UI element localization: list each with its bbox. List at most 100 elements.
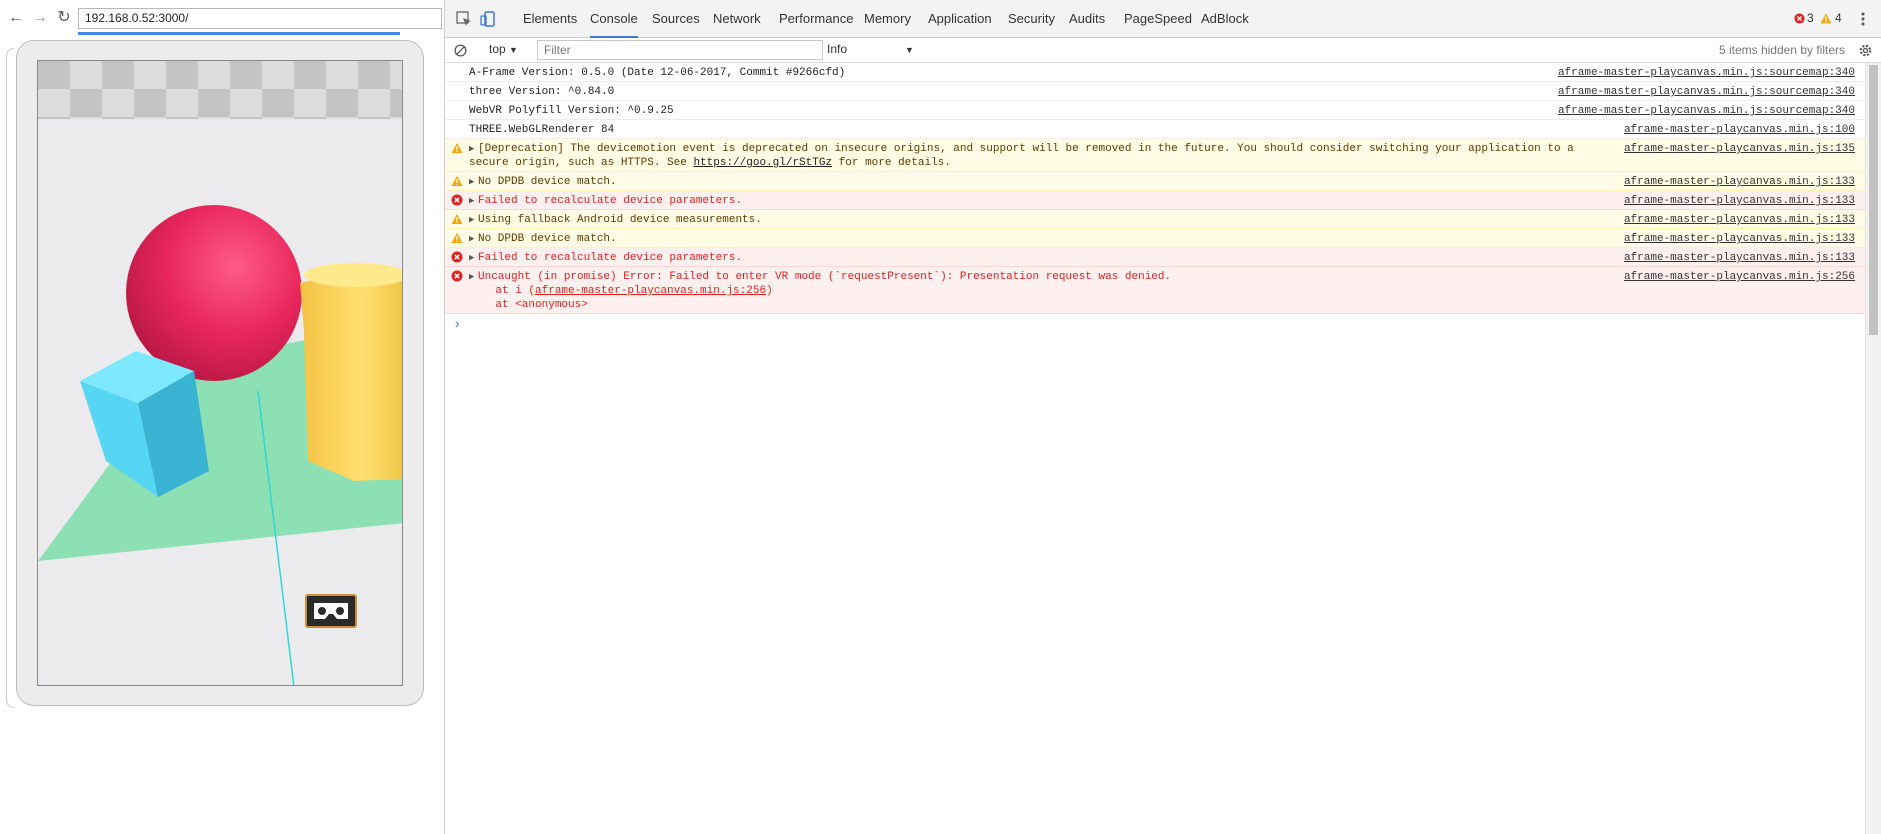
clear-console-icon[interactable] (454, 44, 467, 57)
console-warning[interactable]: ▶ No DPDB device match. aframe-master-pla… (445, 172, 1865, 191)
console-prompt-row[interactable]: › (445, 314, 1865, 336)
stack-frame-link[interactable]: aframe-master-playcanvas.min.js:256 (535, 285, 766, 297)
log-level-label: Info (827, 42, 848, 56)
tab-application[interactable]: Application (928, 0, 992, 38)
expand-triangle-icon[interactable]: ▶ (469, 270, 478, 284)
warning-count-icon (1820, 13, 1832, 24)
message-text: A-Frame Version: 0.5.0 (Date 12-06-2017,… (469, 67, 846, 79)
warning-icon (451, 214, 463, 224)
message-source-link[interactable]: aframe-master-playcanvas.min.js:133 (1624, 213, 1855, 227)
chevron-down-icon: ▼ (509, 45, 518, 55)
console-message[interactable]: three Version: ^0.84.0 aframe-master-pla… (445, 82, 1865, 101)
message-text: for more details. (832, 157, 951, 169)
console-settings-gear-icon[interactable] (1858, 43, 1873, 58)
message-text: No DPDB device match. (478, 233, 617, 245)
expand-triangle-icon[interactable]: ▶ (469, 232, 478, 246)
console-prompt-icon: › (453, 317, 462, 333)
message-text: THREE.WebGLRenderer 84 (469, 124, 615, 136)
devtools-panel: Elements Console Sources Network Perform… (445, 0, 1881, 834)
tab-elements[interactable]: Elements (523, 0, 577, 38)
tab-sources[interactable]: Sources (652, 0, 700, 38)
reload-button[interactable]: ↻ (54, 8, 74, 28)
sky-checker-pattern (38, 61, 402, 119)
error-count[interactable]: 3 (1807, 11, 1814, 25)
message-text: Failed to recalculate device parameters. (478, 195, 743, 207)
message-text: Uncaught (in promise) Error: Failed to e… (478, 271, 1172, 283)
warning-icon (451, 233, 463, 243)
console-filter-bar: top ▼ Info ▼ 5 items hidden by filters (445, 38, 1881, 63)
expand-triangle-icon[interactable]: ▶ (469, 142, 478, 156)
console-error[interactable]: ▶ Failed to recalculate device parameters… (445, 191, 1865, 210)
stack-frame-text: ) (766, 285, 773, 297)
tab-audits[interactable]: Audits (1069, 0, 1105, 38)
message-source-link[interactable]: aframe-master-playcanvas.min.js:133 (1624, 251, 1855, 265)
message-text: [Deprecation] The devicemotion event is … (478, 143, 1574, 155)
expand-triangle-icon[interactable]: ▶ (469, 175, 478, 189)
message-text: Failed to recalculate device parameters. (478, 252, 743, 264)
more-menu-icon[interactable] (1860, 12, 1866, 26)
vr-mode-button[interactable] (305, 594, 357, 628)
chevron-down-icon: ▼ (905, 45, 914, 55)
device-frame-edge (6, 48, 14, 708)
stack-frame-text: at i ( (469, 285, 536, 297)
message-source-link[interactable]: aframe-master-playcanvas.min.js:sourcema… (1558, 104, 1855, 118)
filter-input[interactable] (537, 40, 823, 60)
tab-console[interactable]: Console (590, 0, 638, 38)
console-scrollbar[interactable] (1865, 63, 1881, 834)
devtools-tab-bar: Elements Console Sources Network Perform… (445, 0, 1881, 38)
log-level-selector[interactable]: Info ▼ (827, 42, 914, 56)
expand-triangle-icon[interactable]: ▶ (469, 194, 478, 208)
error-icon (451, 251, 463, 263)
console-message[interactable]: A-Frame Version: 0.5.0 (Date 12-06-2017,… (445, 63, 1865, 82)
webgl-viewport[interactable] (37, 60, 403, 686)
context-selector[interactable]: top ▼ (489, 42, 518, 56)
tab-adblock[interactable]: AdBlock (1201, 0, 1249, 38)
tab-security[interactable]: Security (1008, 0, 1055, 38)
message-url-link[interactable]: https://goo.gl/rStTGz (693, 157, 832, 169)
message-source-link[interactable]: aframe-master-playcanvas.min.js:133 (1624, 175, 1855, 189)
console-warning[interactable]: ▶ No DPDB device match. aframe-master-pla… (445, 229, 1865, 248)
warning-icon (451, 176, 463, 186)
console-error[interactable]: ▶ Failed to recalculate device parameters… (445, 248, 1865, 267)
address-bar[interactable]: 192.168.0.52:3000/ (78, 8, 442, 29)
browser-page-pane: ← → ↻ 192.168.0.52:3000/ (0, 0, 445, 834)
expand-triangle-icon[interactable]: ▶ (469, 251, 478, 265)
hidden-items-note: 5 items hidden by filters (1718, 43, 1845, 57)
warning-count[interactable]: 4 (1835, 11, 1842, 25)
tab-network[interactable]: Network (713, 0, 761, 38)
message-source-link[interactable]: aframe-master-playcanvas.min.js:135 (1624, 142, 1855, 156)
message-source-link[interactable]: aframe-master-playcanvas.min.js:sourcema… (1558, 85, 1855, 99)
cylinder (300, 269, 402, 481)
message-text: No DPDB device match. (478, 176, 617, 188)
expand-triangle-icon[interactable]: ▶ (469, 213, 478, 227)
error-count-icon (1794, 13, 1805, 24)
console-message[interactable]: WebVR Polyfill Version: ^0.9.25 aframe-m… (445, 101, 1865, 120)
message-text: WebVR Polyfill Version: ^0.9.25 (469, 105, 674, 117)
message-source-link[interactable]: aframe-master-playcanvas.min.js:256 (1624, 270, 1855, 284)
forward-button[interactable]: → (30, 8, 50, 28)
inspect-element-icon[interactable] (455, 10, 473, 28)
loading-progress-bar (78, 32, 400, 35)
navigation-bar: ← → ↻ 192.168.0.52:3000/ (0, 4, 445, 35)
console-warning[interactable]: ▶ [Deprecation] The devicemotion event is… (445, 139, 1865, 172)
tab-pagespeed[interactable]: PageSpeed (1124, 0, 1192, 38)
tab-performance[interactable]: Performance (779, 0, 853, 38)
stack-frame-text: at <anonymous> (469, 299, 588, 311)
scrollbar-thumb[interactable] (1869, 65, 1878, 335)
message-source-link[interactable]: aframe-master-playcanvas.min.js:133 (1624, 232, 1855, 246)
console-messages: A-Frame Version: 0.5.0 (Date 12-06-2017,… (445, 63, 1865, 336)
screen: ← → ↻ 192.168.0.52:3000/ Elements Consol… (0, 0, 1881, 834)
message-text: secure origin, such as HTTPS. See (469, 157, 694, 169)
console-error[interactable]: ▶ Uncaught (in promise) Error: Failed to … (445, 267, 1865, 314)
message-source-link[interactable]: aframe-master-playcanvas.min.js:133 (1624, 194, 1855, 208)
device-toolbar-icon[interactable] (479, 10, 497, 28)
tab-memory[interactable]: Memory (864, 0, 911, 38)
message-source-link[interactable]: aframe-master-playcanvas.min.js:sourcema… (1558, 66, 1855, 80)
error-icon (451, 194, 463, 206)
console-message[interactable]: THREE.WebGLRenderer 84 aframe-master-pla… (445, 120, 1865, 139)
back-button[interactable]: ← (6, 8, 26, 28)
console-warning[interactable]: ▶ Using fallback Android device measureme… (445, 210, 1865, 229)
message-source-link[interactable]: aframe-master-playcanvas.min.js:100 (1624, 123, 1855, 137)
context-label: top (489, 42, 506, 56)
error-icon (451, 270, 463, 282)
